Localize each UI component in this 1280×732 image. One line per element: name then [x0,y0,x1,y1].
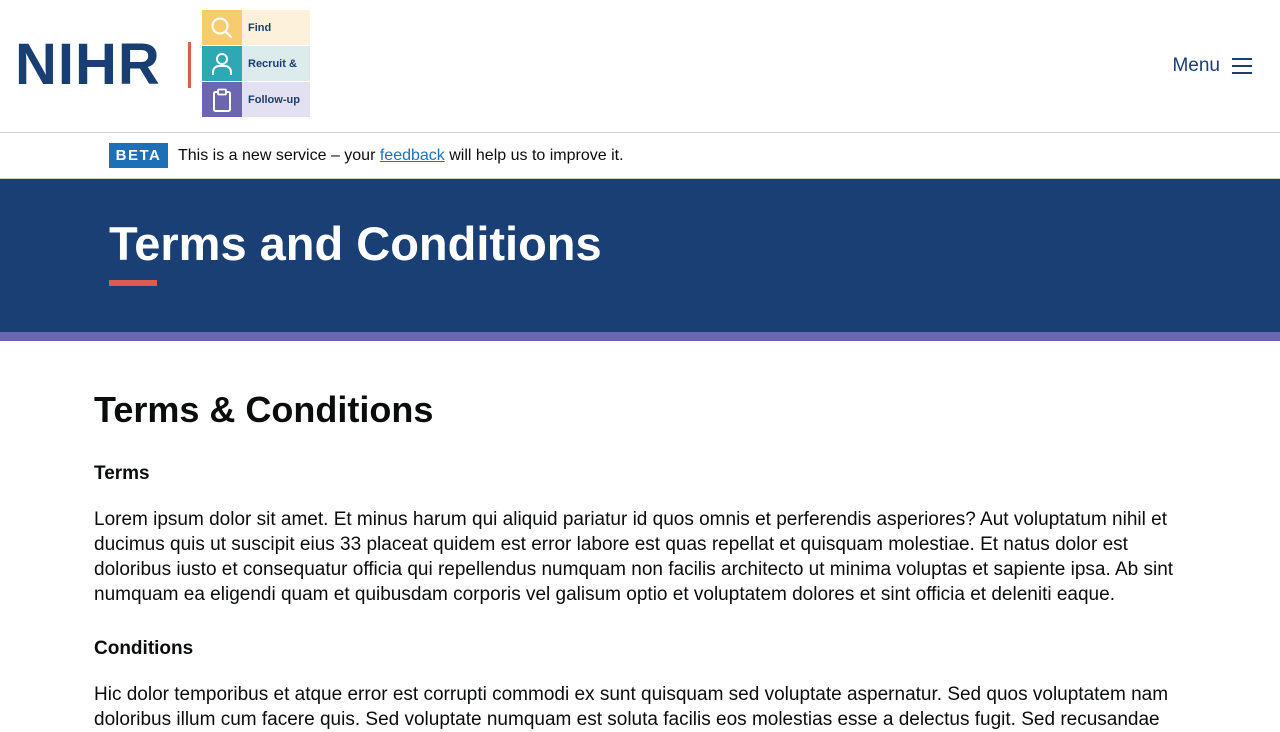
section-body-conditions: Hic dolor temporibus et atque error est … [94,684,1169,730]
content-heading: Terms & Conditions [94,389,434,430]
menu-button[interactable]: Menu [1172,55,1252,77]
nihr-logo: NIHR [15,32,161,97]
section-heading-terms: Terms [94,463,150,484]
logo-label-followup: Follow-up [242,82,310,117]
clipboard-icon [202,82,242,117]
menu-label: Menu [1172,55,1220,76]
logo-row-followup: Follow-up [202,82,310,117]
section-heading-conditions: Conditions [94,638,194,659]
section-body-terms: Lorem ipsum dolor sit amet. Et minus har… [94,509,1174,605]
search-icon [202,10,242,45]
logo-label-recruit: Recruit & [242,46,310,81]
service-logo: Find Recruit & Follow-up [202,10,310,117]
home-logo-link[interactable]: NIHR Find Recruit & Follow-up [0,0,320,130]
logo-row-recruit: Recruit & [202,46,310,81]
hero-banner: Terms and Conditions [0,179,1280,341]
beta-text-after: will help us to improve it. [444,147,624,164]
logo-label-find: Find [242,10,310,45]
beta-message: This is a new service – your feedback wi… [178,147,624,165]
title-accent-bar [109,280,157,286]
phase-banner: BETA This is a new service – your feedba… [0,133,1280,179]
person-icon [202,46,242,81]
site-header: NIHR Find Recruit & Follow-up Menu [0,0,1280,133]
beta-tag: BETA [109,143,168,168]
feedback-link[interactable]: feedback [380,147,445,164]
page-title: Terms and Conditions [109,217,602,270]
logo-row-find: Find [202,10,310,45]
logo-divider [188,42,191,88]
beta-text-before: This is a new service – your [178,147,380,164]
hamburger-icon [1232,58,1252,74]
